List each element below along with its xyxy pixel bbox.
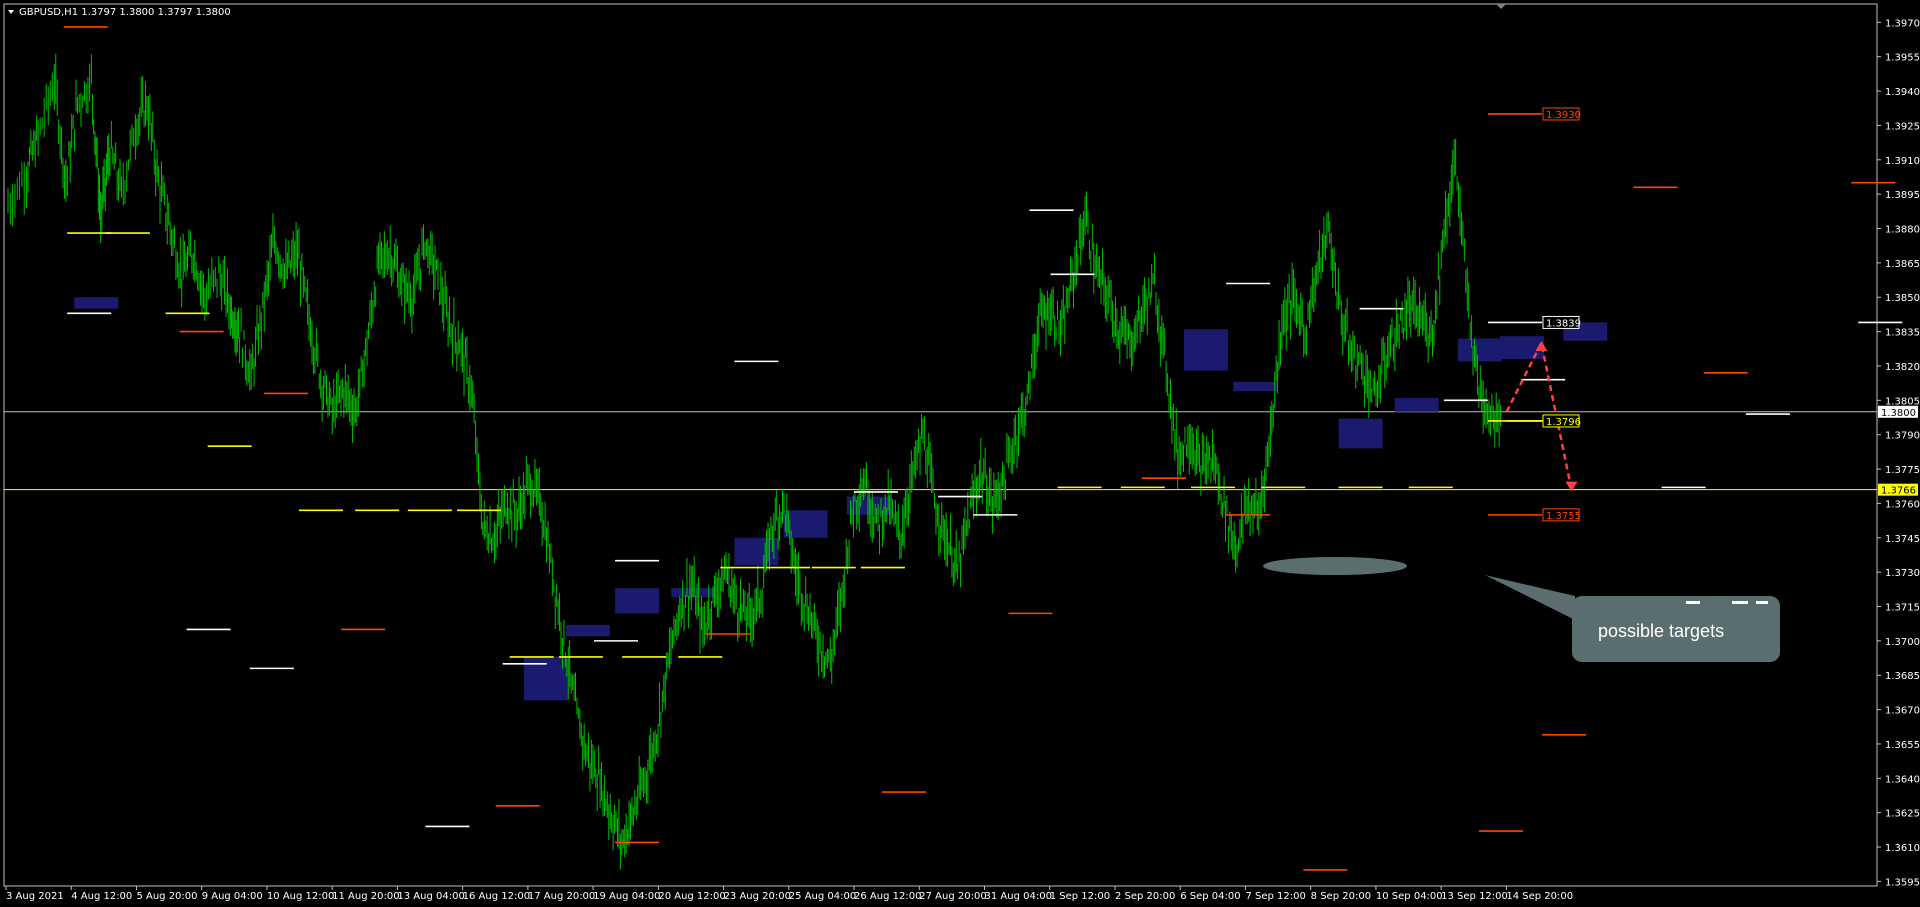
y-tick-label: 1.3700 <box>1885 637 1920 648</box>
x-tick-label: 9 Aug 04:00 <box>202 891 263 902</box>
zone-box <box>615 588 660 614</box>
y-tick-label: 1.3865 <box>1885 259 1920 270</box>
callout-pill <box>1263 557 1407 575</box>
y-tick-label: 1.3955 <box>1885 53 1920 64</box>
x-tick-label: 17 Aug 20:00 <box>528 891 595 902</box>
x-tick-label: 13 Aug 04:00 <box>397 891 464 902</box>
x-tick-label: 16 Aug 12:00 <box>463 891 530 902</box>
y-tick-label: 1.3595 <box>1885 877 1920 888</box>
callout-text: possible targets <box>1598 621 1724 641</box>
x-tick-label: 31 Aug 04:00 <box>985 891 1052 902</box>
y-tick-label: 1.3970 <box>1885 18 1920 29</box>
horizontal-line-label: 1.3766 <box>1881 486 1916 497</box>
y-tick-label: 1.3775 <box>1885 465 1920 476</box>
y-tick-label: 1.3670 <box>1885 706 1920 717</box>
zone-box <box>1183 329 1228 371</box>
x-tick-label: 14 Sep 20:00 <box>1506 891 1573 902</box>
x-tick-label: 25 Aug 04:00 <box>789 891 856 902</box>
zone-box <box>1338 418 1383 449</box>
price-label-text: 1.3755 <box>1546 511 1581 522</box>
horizontal-line-label: 1.3800 <box>1881 408 1916 419</box>
y-tick-label: 1.3835 <box>1885 328 1920 339</box>
x-tick-label: 1 Sep 12:00 <box>1050 891 1110 902</box>
x-tick-label: 23 Aug 20:00 <box>724 891 791 902</box>
symbol-header-text: GBPUSD,H1 1.3797 1.3800 1.3797 1.3800 <box>19 7 231 18</box>
y-tick-label: 1.3805 <box>1885 396 1920 407</box>
x-tick-label: 19 Aug 04:00 <box>593 891 660 902</box>
y-tick-label: 1.3715 <box>1885 603 1920 614</box>
price-label-text: 1.3930 <box>1546 110 1581 121</box>
y-tick-label: 1.3910 <box>1885 156 1920 167</box>
zone-box <box>734 537 779 566</box>
x-tick-label: 26 Aug 12:00 <box>854 891 921 902</box>
y-tick-label: 1.3820 <box>1885 362 1920 373</box>
x-tick-label: 6 Sep 04:00 <box>1180 891 1240 902</box>
y-tick-label: 1.3640 <box>1885 774 1920 785</box>
y-tick-label: 1.3685 <box>1885 671 1920 682</box>
price-label-text: 1.3796 <box>1546 417 1581 428</box>
y-tick-label: 1.3895 <box>1885 190 1920 201</box>
x-tick-label: 13 Sep 12:00 <box>1441 891 1508 902</box>
x-tick-label: 7 Sep 12:00 <box>1245 891 1305 902</box>
callout-dot <box>1686 601 1700 604</box>
y-tick-label: 1.3610 <box>1885 843 1920 854</box>
x-tick-label: 4 Aug 12:00 <box>71 891 132 902</box>
zone-box <box>74 297 119 309</box>
zone-box <box>1394 398 1439 412</box>
y-tick-label: 1.3625 <box>1885 809 1920 820</box>
y-tick-label: 1.3730 <box>1885 568 1920 579</box>
y-tick-label: 1.3940 <box>1885 87 1920 98</box>
symbol-header: GBPUSD,H1 1.3797 1.3800 1.3797 1.3800 <box>8 7 231 18</box>
x-tick-label: 3 Aug 2021 <box>6 891 64 902</box>
x-tick-label: 27 Aug 20:00 <box>919 891 986 902</box>
x-tick-label: 8 Sep 20:00 <box>1311 891 1371 902</box>
price-chart[interactable]: GBPUSD,H1 1.3797 1.3800 1.3797 1.3800 1.… <box>0 0 1920 907</box>
x-tick-label: 11 Aug 20:00 <box>332 891 399 902</box>
callout-dot <box>1756 601 1768 604</box>
x-tick-label: 20 Aug 12:00 <box>658 891 725 902</box>
y-tick-label: 1.3655 <box>1885 740 1920 751</box>
zone-box <box>1233 382 1278 392</box>
y-tick-label: 1.3925 <box>1885 121 1920 132</box>
y-tick-label: 1.3880 <box>1885 225 1920 236</box>
chart-background <box>0 0 1920 907</box>
y-tick-label: 1.3790 <box>1885 431 1920 442</box>
price-label-text: 1.3839 <box>1546 318 1581 329</box>
zone-box <box>1457 338 1502 362</box>
x-tick-label: 2 Sep 20:00 <box>1115 891 1175 902</box>
x-tick-label: 10 Sep 04:00 <box>1376 891 1443 902</box>
y-tick-label: 1.3760 <box>1885 499 1920 510</box>
zone-box <box>565 624 610 637</box>
x-tick-label: 10 Aug 12:00 <box>267 891 334 902</box>
y-tick-label: 1.3745 <box>1885 534 1920 545</box>
x-tick-label: 5 Aug 20:00 <box>136 891 197 902</box>
callout-dot <box>1732 601 1748 604</box>
y-tick-label: 1.3850 <box>1885 293 1920 304</box>
